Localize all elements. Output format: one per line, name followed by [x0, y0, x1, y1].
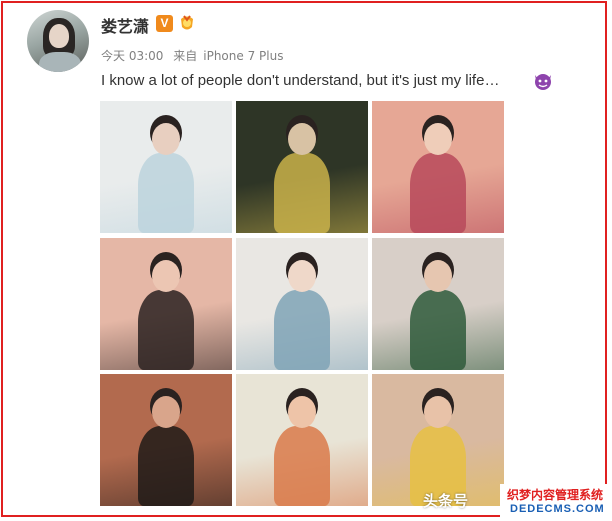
photo-figure-head: [424, 396, 452, 428]
photo-4[interactable]: [100, 237, 232, 370]
watermark-text: 头条号: [423, 492, 469, 510]
device-name[interactable]: iPhone 7 Plus: [203, 49, 283, 63]
photo-figure-head: [152, 123, 180, 155]
photo-figure-body: [138, 289, 194, 370]
photo-8[interactable]: [236, 374, 368, 506]
avatar[interactable]: [27, 10, 89, 72]
logo-text-en: DEDECMS.COM: [510, 503, 605, 515]
photo-3[interactable]: [372, 101, 504, 233]
photo-6[interactable]: [372, 237, 504, 370]
photo-figure-head: [424, 123, 452, 155]
photo-figure-body: [274, 289, 330, 370]
photo-figure-head: [288, 396, 316, 428]
avatar-face: [49, 24, 69, 48]
photo-2[interactable]: [236, 101, 368, 233]
photo-5[interactable]: [236, 237, 368, 370]
post-time[interactable]: 今天 03:00: [101, 49, 163, 63]
devil-emoji-icon: [535, 74, 551, 90]
photo-figure-body: [410, 289, 466, 370]
photo-figure-body: [138, 153, 194, 233]
photo-figure-body: [138, 426, 194, 506]
source-prefix: 来自: [173, 49, 198, 63]
logo-text-cn: 织梦内容管理系统: [507, 488, 604, 502]
post-meta: 今天 03:00 来自 iPhone 7 Plus: [101, 47, 289, 64]
photo-7[interactable]: [100, 374, 232, 506]
photo-figure-head: [152, 396, 180, 428]
photo-figure-head: [152, 259, 180, 292]
photo-1[interactable]: [100, 101, 232, 233]
photo-figure-head: [288, 259, 316, 292]
avatar-body: [39, 52, 81, 72]
photo-figure-head: [288, 123, 316, 155]
post-text: I know a lot of people don't understand,…: [101, 72, 500, 89]
photo-grid: [100, 101, 505, 507]
photo-figure-body: [274, 426, 330, 506]
verified-badge-icon: V: [156, 15, 173, 32]
photo-9[interactable]: [372, 374, 504, 506]
photo-figure-head: [424, 259, 452, 292]
username[interactable]: 娄艺潇: [101, 13, 149, 37]
photo-figure-body: [410, 153, 466, 233]
photo-figure-body: [274, 153, 330, 233]
medal-icon: [181, 15, 193, 30]
